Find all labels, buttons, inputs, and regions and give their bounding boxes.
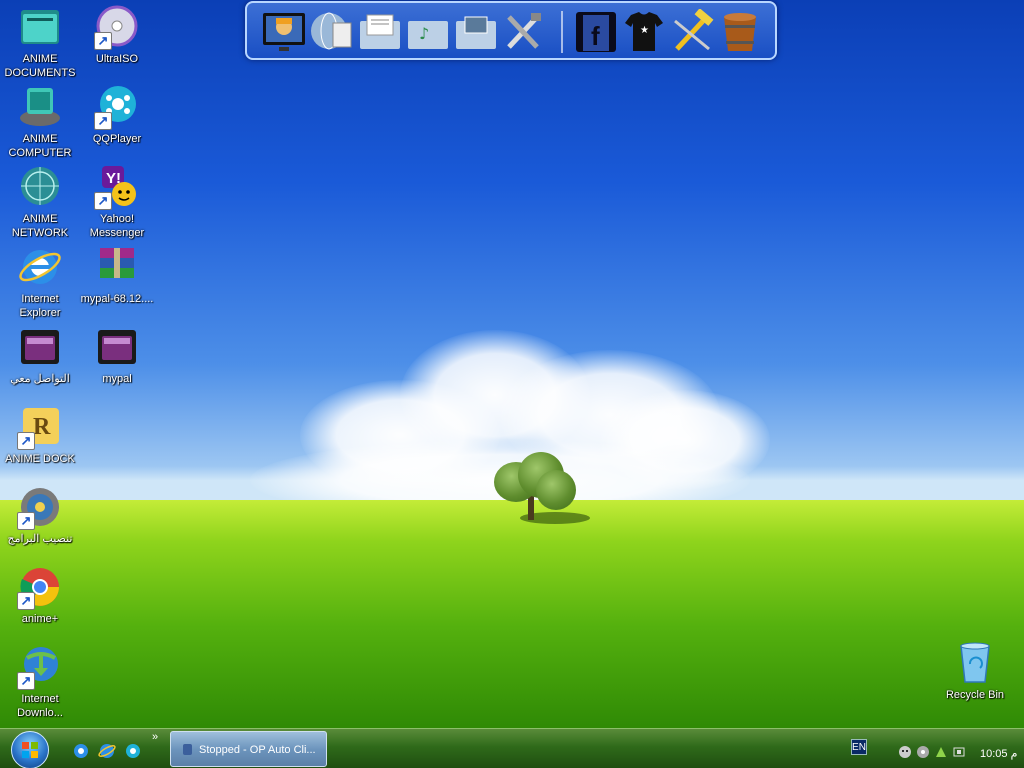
svg-text:f: f: [591, 21, 600, 51]
disc-icon: ↗: [94, 4, 140, 50]
desktop-icon-internet-download-manager[interactable]: ↗ Internet Downlo...: [1, 644, 79, 720]
desktop: ANIME DOCUMENTS ANIME COMPUTER ANIME NET…: [0, 0, 1024, 728]
dark-folder-icon: [94, 324, 140, 370]
dock-tools-icon[interactable]: [501, 9, 547, 55]
shortcut-arrow-icon: ↗: [17, 672, 35, 690]
desktop-icon-anime-plus[interactable]: ↗ anime+: [1, 564, 79, 626]
dark-folder-icon: [17, 324, 63, 370]
desktop-icon-recycle-bin[interactable]: Recycle Bin: [936, 640, 1014, 702]
desktop-icon-anime-dock[interactable]: R ↗ ANIME DOCK: [1, 404, 79, 466]
network-globe-icon: [17, 164, 63, 210]
language-indicator[interactable]: EN: [851, 739, 867, 755]
dock-documents-folder-icon[interactable]: [357, 9, 403, 55]
desktop-icon-mypal[interactable]: mypal: [78, 324, 156, 386]
taskbar-button-op-auto-clicker[interactable]: Stopped - OP Auto Cli...: [170, 731, 327, 767]
tree-crown: [536, 470, 576, 510]
volume-tray-icon[interactable]: [916, 745, 930, 759]
computer-icon: [17, 84, 63, 130]
desktop-icon-label: ANIME COMPUTER: [8, 133, 72, 159]
desktop-icon-mypal-archive[interactable]: mypal-68.12....: [78, 244, 156, 306]
desktop-icon-qqplayer[interactable]: ↗ QQPlayer: [78, 84, 156, 146]
desktop-icon-label: التواصل معي: [10, 373, 70, 385]
folder-icon: [17, 4, 63, 50]
desktop-icon-anime-documents[interactable]: ANIME DOCUMENTS: [1, 4, 79, 80]
desktop-icon-label: ANIME DOCK: [5, 453, 75, 465]
dock-bucket-icon[interactable]: [717, 9, 763, 55]
desktop-icon-arabic-contact[interactable]: التواصل معي: [1, 324, 79, 386]
desktop-icon-label: QQPlayer: [92, 133, 142, 145]
task-button-label: Stopped - OP Auto Cli...: [199, 744, 316, 756]
installer-icon: ↗: [17, 484, 63, 530]
desktop-icon-label: ANIME DOCUMENTS: [4, 53, 76, 79]
rocket-dock: ♪ f ★: [245, 1, 777, 60]
shortcut-arrow-icon: ↗: [94, 32, 112, 50]
dock-hammer-icon[interactable]: [669, 8, 715, 55]
ie-quicklaunch-icon[interactable]: [72, 742, 90, 760]
desktop-icon-anime-computer[interactable]: ANIME COMPUTER: [1, 84, 79, 160]
desktop-icon-internet-explorer[interactable]: Internet Explorer: [1, 244, 79, 320]
desktop-icon-label: Yahoo! Messenger: [89, 213, 145, 239]
shortcut-arrow-icon: ↗: [17, 592, 35, 610]
dock-tshirt-icon[interactable]: ★: [621, 9, 667, 55]
shortcut-arrow-icon: ↗: [17, 432, 35, 450]
dock-pictures-folder-icon[interactable]: [453, 9, 499, 55]
safely-remove-tray-icon[interactable]: [952, 745, 966, 759]
dock-globe-documents-icon[interactable]: [309, 9, 355, 55]
internet-download-manager-icon: ↗: [17, 644, 63, 690]
rocketdock-icon: R ↗: [17, 404, 63, 450]
quicklaunch-expand-icon[interactable]: »: [152, 731, 158, 743]
yahoo-messenger-icon: Y! ↗: [94, 164, 140, 210]
dock-separator: [561, 11, 563, 53]
taskbar: » Stopped - OP Auto Cli... EN 10:05 م: [0, 728, 1024, 768]
chrome-icon: ↗: [17, 564, 63, 610]
app-small-icon: [183, 744, 192, 755]
desktop-icon-label: تنصيب البرامج: [7, 533, 73, 545]
messenger-tray-icon[interactable]: [898, 745, 912, 759]
recycle-bin-icon: [952, 640, 998, 686]
desktop-icon-label: Recycle Bin: [945, 689, 1005, 701]
film-reel-icon: ↗: [94, 84, 140, 130]
dock-anime-computer-icon[interactable]: [261, 9, 307, 55]
shortcut-arrow-icon: ↗: [17, 512, 35, 530]
system-clock[interactable]: 10:05 م: [980, 747, 1017, 760]
svg-text:♪: ♪: [419, 24, 429, 43]
desktop-icon-label: UltraISO: [95, 53, 139, 65]
internet-explorer-icon: [17, 244, 63, 290]
desktop-icon-label: Internet Explorer: [19, 293, 61, 319]
desktop-icon-ultraiso[interactable]: ↗ UltraISO: [78, 4, 156, 66]
svg-text:R: R: [33, 414, 51, 440]
desktop-icon-yahoo-messenger[interactable]: Y! ↗ Yahoo! Messenger: [78, 164, 156, 240]
svg-text:★: ★: [640, 25, 649, 36]
app-quicklaunch-icon[interactable]: [124, 742, 142, 760]
desktop-icon-label: Internet Downlo...: [17, 693, 63, 719]
desktop-icon-install-programs[interactable]: ↗ تنصيب البرامج: [1, 484, 79, 546]
start-button[interactable]: [11, 731, 49, 768]
winrar-archive-icon: [94, 244, 140, 290]
desktop-icon-label: mypal: [102, 373, 132, 385]
desktop-icon-anime-network[interactable]: ANIME NETWORK: [1, 164, 79, 240]
network-tray-icon[interactable]: [934, 745, 948, 759]
ie-quicklaunch-icon-2[interactable]: [98, 742, 116, 760]
grass-field: [0, 500, 1024, 728]
windows-logo-icon: [22, 742, 38, 758]
dock-music-folder-icon[interactable]: ♪: [405, 9, 451, 55]
shortcut-arrow-icon: ↗: [94, 112, 112, 130]
desktop-icon-label: anime+: [21, 613, 59, 625]
shortcut-arrow-icon: ↗: [94, 192, 112, 210]
desktop-icon-label: ANIME NETWORK: [11, 213, 69, 239]
dock-facebook-icon[interactable]: f: [573, 9, 619, 55]
desktop-icon-label: mypal-68.12....: [80, 293, 154, 305]
